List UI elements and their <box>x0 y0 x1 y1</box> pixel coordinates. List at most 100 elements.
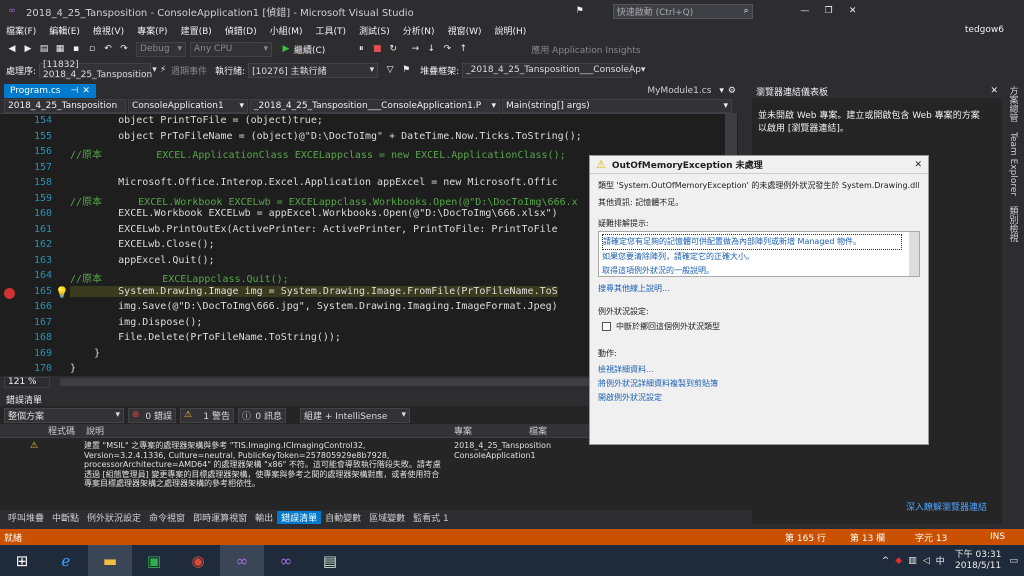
zoom-select[interactable]: 121 % <box>4 376 50 388</box>
tab-mymodule1-cs[interactable]: MyModule1.cs <box>647 86 711 96</box>
code-line[interactable]: File.Delete(PrToFileName.ToString()); <box>70 332 341 343</box>
column-description[interactable]: 說明 <box>86 424 454 437</box>
bottom-tab[interactable]: 例外狀況設定 <box>83 511 145 524</box>
lightbulb-icon[interactable]: 💡 <box>55 286 69 299</box>
clock[interactable]: 下午 03:31 2018/5/11 <box>955 550 1002 572</box>
column-project[interactable]: 專案 <box>454 424 529 437</box>
notifications-icon[interactable]: ▭ <box>1009 556 1018 566</box>
type-dropdown[interactable]: _2018_4_25_Tansposition___ConsoleApplica… <box>250 98 500 113</box>
open-icon[interactable]: ▦ <box>54 43 66 55</box>
store-icon[interactable]: ▣ <box>132 545 176 576</box>
code-line[interactable]: img.Save(@"D:\DocToImg\666.jpg", System.… <box>70 301 558 312</box>
app-window-icon[interactable]: ▤ <box>308 545 352 576</box>
step-out-icon[interactable]: ↑ <box>457 43 469 55</box>
code-line[interactable]: } <box>70 363 76 374</box>
class-view-tab[interactable]: 類別檢視 <box>1007 206 1020 242</box>
menu-project[interactable]: 專案(P) <box>137 24 167 37</box>
file-explorer-icon[interactable]: ▬ <box>88 545 132 576</box>
tab-overflow-icon[interactable]: ▾ <box>719 86 724 96</box>
menu-edit[interactable]: 編輯(E) <box>49 24 80 37</box>
config-select[interactable]: Debug ▾ <box>136 41 186 57</box>
warnings-filter-button[interactable]: ⚠ 1 警告 <box>180 407 234 423</box>
flag-threads-icon[interactable]: ⚑ <box>400 64 412 76</box>
process-select[interactable]: [11832] 2018_4_25_Tansposition ▾ <box>39 60 157 80</box>
tray-arrow-icon[interactable]: ^ <box>882 556 890 566</box>
pin-icon[interactable]: ⊣ <box>70 86 78 96</box>
visual-studio-2-icon[interactable]: ∞ <box>264 545 308 576</box>
member-dropdown[interactable]: Main(string[] args) ▾ <box>502 98 732 113</box>
menu-window[interactable]: 視窗(W) <box>448 24 482 37</box>
tab-program-cs[interactable]: Program.cs ⊣ ✕ <box>4 84 96 98</box>
code-line[interactable]: Microsoft.Office.Interop.Excel.Applicati… <box>70 177 558 188</box>
pause-icon[interactable]: ⏸ <box>355 43 367 55</box>
menu-team[interactable]: 小組(M) <box>270 24 303 37</box>
code-line[interactable]: EXCELwb.Close(); <box>70 239 214 250</box>
code-line[interactable]: appExcel.Quit(); <box>70 255 214 266</box>
tray-app-icon[interactable]: ◆ <box>895 556 902 566</box>
menu-view[interactable]: 檢視(V) <box>93 24 124 37</box>
volume-icon[interactable]: ◁ <box>923 556 930 566</box>
menu-analyze[interactable]: 分析(N) <box>403 24 435 37</box>
menu-debug[interactable]: 偵錯(D) <box>225 24 257 37</box>
learn-more-link[interactable]: 深入瞭解瀏覽器連結 <box>906 500 987 513</box>
bottom-tab[interactable]: 輸出 <box>251 511 277 524</box>
bottom-tab[interactable]: 監看式 1 <box>409 511 453 524</box>
bottom-tab[interactable]: 自動變數 <box>321 511 365 524</box>
table-row[interactable]: ⚠ 建置 "MSIL" 之專案的處理器架構與參考 "TIS.Imaging.IC… <box>0 438 752 489</box>
network-icon[interactable]: ▥ <box>908 556 917 566</box>
step-into-icon[interactable]: ↓ <box>425 43 437 55</box>
menu-test[interactable]: 測試(S) <box>359 24 390 37</box>
code-line[interactable]: } <box>70 348 100 359</box>
visual-studio-icon[interactable]: ∞ <box>220 545 264 576</box>
bottom-tab[interactable]: 中斷點 <box>48 511 83 524</box>
team-explorer-tab[interactable]: Team Explorer <box>1008 132 1018 196</box>
errors-filter-button[interactable]: ⊗ 0 錯誤 <box>128 407 176 423</box>
back-icon[interactable]: ◀ <box>6 43 18 55</box>
new-file-icon[interactable]: ▤ <box>38 43 50 55</box>
chrome-icon[interactable]: ◉ <box>176 545 220 576</box>
forward-icon[interactable]: ▶ <box>22 43 34 55</box>
code-line[interactable]: object PrintToFile = (object)true; <box>70 115 323 126</box>
platform-select[interactable]: Any CPU ▾ <box>190 41 272 57</box>
build-filter-select[interactable]: 組建 + IntelliSense ▾ <box>300 407 410 423</box>
minimize-button[interactable]: — <box>793 6 817 16</box>
undo-icon[interactable]: ↶ <box>102 43 114 55</box>
save-icon[interactable]: ▪ <box>70 43 82 55</box>
code-line[interactable]: object PrToFileName = (object)@"D:\DocTo… <box>70 131 582 142</box>
save-all-icon[interactable]: ▫ <box>86 43 98 55</box>
redo-icon[interactable]: ↷ <box>118 43 130 55</box>
break-checkbox[interactable] <box>602 322 611 331</box>
user-name[interactable]: tedgow6 <box>965 25 1004 35</box>
close-icon[interactable]: ✕ <box>914 160 922 170</box>
lifecycle-events-button[interactable]: 週期事件 <box>171 64 207 77</box>
restore-button[interactable]: ❐ <box>817 6 841 16</box>
code-line[interactable]: img.Dispose(); <box>70 317 202 328</box>
messages-filter-button[interactable]: ⓘ 0 訊息 <box>238 407 286 423</box>
tip-link-memory[interactable]: 請確定您有足夠的記憶體可供配置做為內部陣列或新增 Managed 物件。 <box>602 234 902 250</box>
code-line[interactable]: //原本 EXCEL.ApplicationClass EXCELappclas… <box>70 146 566 161</box>
column-file[interactable]: 檔案 <box>529 424 547 437</box>
stop-icon[interactable]: ■ <box>371 43 383 55</box>
bottom-tab[interactable]: 命令視窗 <box>145 511 189 524</box>
close-icon[interactable]: ✕ <box>990 86 998 96</box>
application-insights-button[interactable]: 應用 Application Insights <box>531 43 640 56</box>
bottom-tab[interactable]: 區域變數 <box>365 511 409 524</box>
code-line[interactable]: EXCEL.Workbook EXCELwb = appExcel.Workbo… <box>70 208 558 219</box>
windows-start-icon[interactable]: ⊞ <box>0 545 44 576</box>
solution-explorer-tab[interactable]: 方案總管 <box>1007 86 1020 122</box>
column-code[interactable]: 程式碼 <box>48 424 86 437</box>
code-line[interactable]: System.Drawing.Image img = System.Drawin… <box>70 285 558 297</box>
restart-icon[interactable]: ↻ <box>387 43 399 55</box>
filter-icon[interactable]: ▽ <box>384 64 396 76</box>
menu-help[interactable]: 說明(H) <box>494 24 526 37</box>
search-more-help-link[interactable]: 搜尋其他線上說明... <box>590 277 928 294</box>
project-dropdown[interactable]: 2018_4_25_Tansposition <box>4 98 126 113</box>
step-over-icon[interactable]: ↷ <box>441 43 453 55</box>
tips-scrollbar[interactable] <box>909 232 919 276</box>
show-next-statement-icon[interactable]: → <box>409 43 421 55</box>
close-icon[interactable]: ✕ <box>82 86 90 96</box>
code-line[interactable]: EXCELwb.PrintOutEx(ActivePrinter: Active… <box>70 224 558 235</box>
view-details-link[interactable]: 檢視詳細資料... <box>590 363 928 377</box>
copy-details-link[interactable]: 將例外狀況詳細資料複製到剪貼簿 <box>590 377 928 391</box>
open-exception-settings-link[interactable]: 開啟例外狀況設定 <box>590 391 928 405</box>
